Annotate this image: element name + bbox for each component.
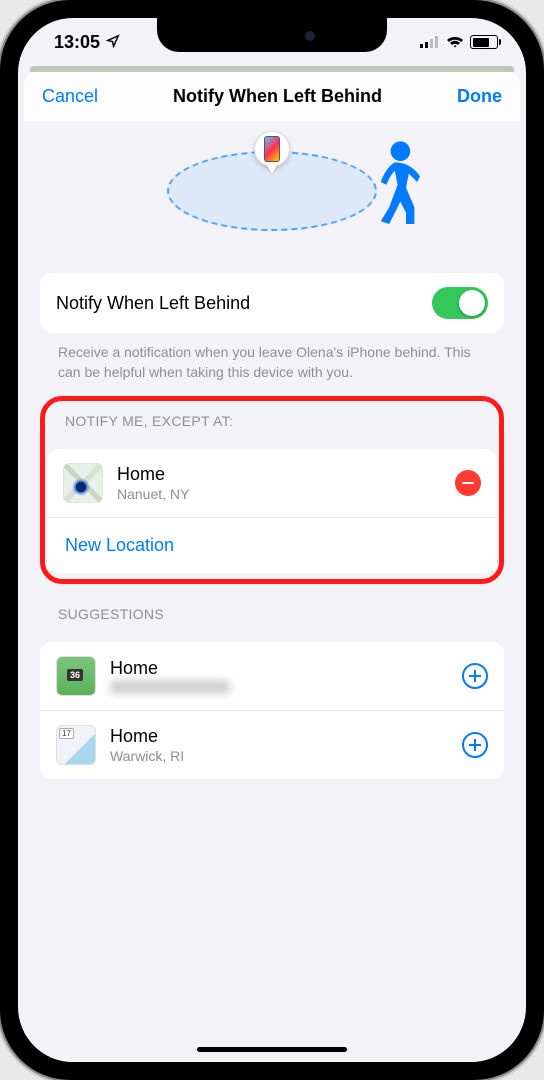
suggestion-row[interactable]: Home Warwick, RI [40, 710, 504, 779]
page-title: Notify When Left Behind [173, 86, 382, 107]
except-location-row[interactable]: Home Nanuet, NY [47, 449, 497, 517]
except-card: Home Nanuet, NY New Location [47, 449, 497, 573]
device-pin-icon [254, 131, 290, 167]
safe-zone-graphic [167, 151, 377, 231]
content-area: Notify When Left Behind Receive a notifi… [24, 261, 520, 1062]
toggle-label: Notify When Left Behind [56, 293, 432, 314]
modal-sheet: Cancel Notify When Left Behind Done Not [24, 72, 520, 1062]
except-header: NOTIFY ME, EXCEPT AT: [47, 403, 497, 437]
location-name: Home [110, 658, 462, 679]
add-suggestion-button[interactable] [462, 663, 488, 689]
location-subtitle-redacted [110, 680, 230, 694]
home-indicator[interactable] [197, 1047, 347, 1052]
highlighted-section: NOTIFY ME, EXCEPT AT: Home Nanuet, NY Ne… [40, 396, 504, 584]
wifi-icon [446, 36, 464, 49]
location-icon [106, 32, 120, 53]
notify-toggle[interactable] [432, 287, 488, 319]
background-app-strip [30, 66, 514, 72]
cancel-button[interactable]: Cancel [42, 86, 98, 107]
suggestions-header: SUGGESTIONS [40, 584, 504, 630]
cellular-icon [420, 36, 440, 48]
toggle-description: Receive a notification when you leave Ol… [40, 333, 504, 388]
status-time: 13:05 [54, 32, 100, 53]
toggle-card: Notify When Left Behind [40, 273, 504, 333]
battery-icon [470, 35, 498, 49]
location-name: Home [117, 464, 455, 485]
notch [157, 18, 387, 52]
add-suggestion-button[interactable] [462, 732, 488, 758]
suggestions-card: Home Home Warwick, RI [40, 642, 504, 779]
remove-location-button[interactable] [455, 470, 481, 496]
new-location-row[interactable]: New Location [47, 517, 497, 573]
map-thumbnail-icon [63, 463, 103, 503]
done-button[interactable]: Done [457, 86, 502, 107]
walking-person-icon [364, 139, 420, 230]
map-thumbnail-icon [56, 725, 96, 765]
nav-bar: Cancel Notify When Left Behind Done [24, 72, 520, 121]
location-name: Home [110, 726, 462, 747]
suggestion-row[interactable]: Home [40, 642, 504, 710]
hero-illustration [24, 121, 520, 261]
location-subtitle: Nanuet, NY [117, 486, 455, 502]
new-location-label: New Location [47, 519, 192, 572]
map-thumbnail-icon [56, 656, 96, 696]
location-subtitle: Warwick, RI [110, 748, 462, 764]
screen: 13:05 Cancel Notify When Left Behind [18, 18, 526, 1062]
phone-frame: 13:05 Cancel Notify When Left Behind [0, 0, 544, 1080]
